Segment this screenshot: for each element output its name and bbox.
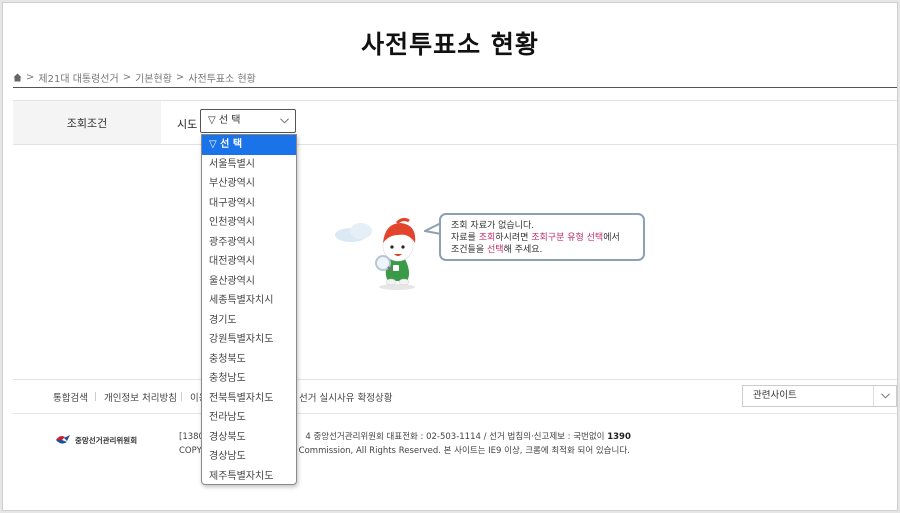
breadcrumb-separator: > <box>175 72 185 83</box>
sido-option[interactable]: 인천광역시 <box>202 213 296 233</box>
related-sites-label: 관련사이트 <box>753 390 797 401</box>
sido-option[interactable]: 부산광역시 <box>202 174 296 194</box>
search-condition-label: 조회조건 <box>13 101 161 144</box>
breadcrumb: > 제21대 대통령선거 > 기본현황 > 사전투표소 현황 <box>13 70 256 85</box>
chevron-down-icon <box>280 118 289 124</box>
footer-divider <box>181 392 182 401</box>
nec-logo-text: 중앙선거관리위원회 <box>75 435 138 445</box>
search-condition-bar: 조회조건 시도 ▽ 선 택 <box>13 100 897 145</box>
footer-link-privacy[interactable]: 개인정보 처리방침 <box>104 390 177 404</box>
footer-divider <box>95 392 96 401</box>
sido-label: 시도 <box>177 118 198 131</box>
sido-option[interactable]: 경기도 <box>202 311 296 331</box>
nec-logo: 중앙선거관리위원회 <box>55 434 137 446</box>
sido-option[interactable]: 광주광역시 <box>202 233 296 253</box>
sido-dropdown-list: ▽ 선 택 서울특별시 부산광역시 대구광역시 인천광역시 광주광역시 대전광역시 울산광역시… <box>201 134 297 485</box>
sido-option[interactable]: 서울특별시 <box>202 155 296 175</box>
sido-option[interactable]: 경상남도 <box>202 447 296 467</box>
sido-option[interactable]: 전라남도 <box>202 408 296 428</box>
breadcrumb-separator: > <box>26 72 35 83</box>
sido-option[interactable]: 충청남도 <box>202 369 296 389</box>
sido-select-value: ▽ 선 택 <box>208 115 241 126</box>
scroll-edge-bar <box>897 384 898 408</box>
nec-emblem-icon <box>56 435 70 444</box>
page-title: 사전투표소 현황 <box>361 30 539 59</box>
notice-line-1: 조회 자료가 없습니다. <box>451 221 535 231</box>
notice-line-3: 조건들을 선택해 주세요. <box>451 245 543 255</box>
breadcrumb-item-basic[interactable]: 기본현황 <box>135 70 172 85</box>
sido-option[interactable]: 세종특별자치시 <box>202 291 296 311</box>
select-divider <box>873 386 874 406</box>
sido-option[interactable]: 강원특별자치도 <box>202 330 296 350</box>
sido-option[interactable]: 제주특별자치도 <box>202 467 296 487</box>
sido-option[interactable]: 경상북도 <box>202 428 296 448</box>
breadcrumb-separator: > <box>122 72 132 83</box>
sido-option[interactable]: 울산광역시 <box>202 272 296 292</box>
sido-option[interactable]: 전북특별자치도 <box>202 389 296 409</box>
breadcrumb-item-election[interactable]: 제21대 대통령선거 <box>38 70 118 85</box>
related-sites-select[interactable]: 관련사이트 <box>742 385 897 407</box>
chevron-down-icon <box>881 393 890 399</box>
mascot-illustration <box>335 217 416 290</box>
title-divider <box>13 87 897 88</box>
page-frame: 사전투표소 현황 > 제21대 대통령선거 > 기본현황 > 사전투표소 현황 … <box>2 2 898 511</box>
home-icon[interactable] <box>13 73 22 82</box>
footer-link-election-status[interactable]: 선거 실시사유 확정상황 <box>299 390 392 404</box>
sido-option[interactable]: 대구광역시 <box>202 194 296 214</box>
sido-option[interactable]: ▽ 선 택 <box>202 135 296 155</box>
sido-option[interactable]: 충청북도 <box>202 350 296 370</box>
footer-link-search[interactable]: 통합검색 <box>53 390 88 404</box>
footer-nav: 통합검색 개인정보 처리방침 이용 선거 실시사유 확정상황 관련사이트 <box>13 379 897 414</box>
no-data-notice: 조회 자료가 없습니다. 자료를 조회하시려면 조회구분 유형 선택에서 조건들… <box>439 213 645 261</box>
sido-option[interactable]: 대전광역시 <box>202 252 296 272</box>
breadcrumb-item-current: 사전투표소 현황 <box>188 74 256 85</box>
sido-select[interactable]: ▽ 선 택 <box>200 109 296 133</box>
notice-line-2: 자료를 조회하시려면 조회구분 유형 선택에서 <box>451 233 620 243</box>
